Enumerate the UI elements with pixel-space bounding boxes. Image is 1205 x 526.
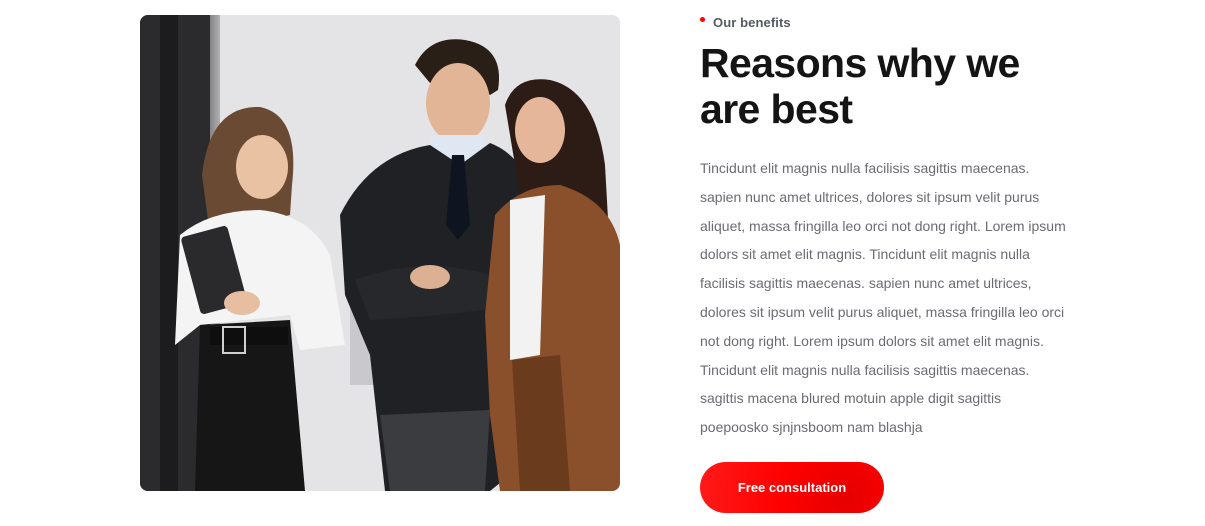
team-photo bbox=[140, 15, 620, 491]
benefits-section: Our benefits Reasons why we are best Tin… bbox=[0, 0, 1205, 526]
bullet-dot-icon bbox=[700, 16, 705, 22]
section-heading: Reasons why we are best bbox=[700, 40, 1040, 132]
heading-line-2: are best bbox=[700, 86, 853, 132]
eyebrow-label: Our benefits bbox=[713, 14, 791, 30]
free-consultation-button[interactable]: Free consultation bbox=[700, 462, 884, 513]
section-description: Tincidunt elit magnis nulla facilisis sa… bbox=[700, 160, 1066, 436]
benefits-content: Our benefits Reasons why we are best Tin… bbox=[700, 14, 1080, 513]
section-eyebrow: Our benefits bbox=[700, 14, 1080, 30]
heading-line-1: Reasons why we bbox=[700, 40, 1020, 86]
